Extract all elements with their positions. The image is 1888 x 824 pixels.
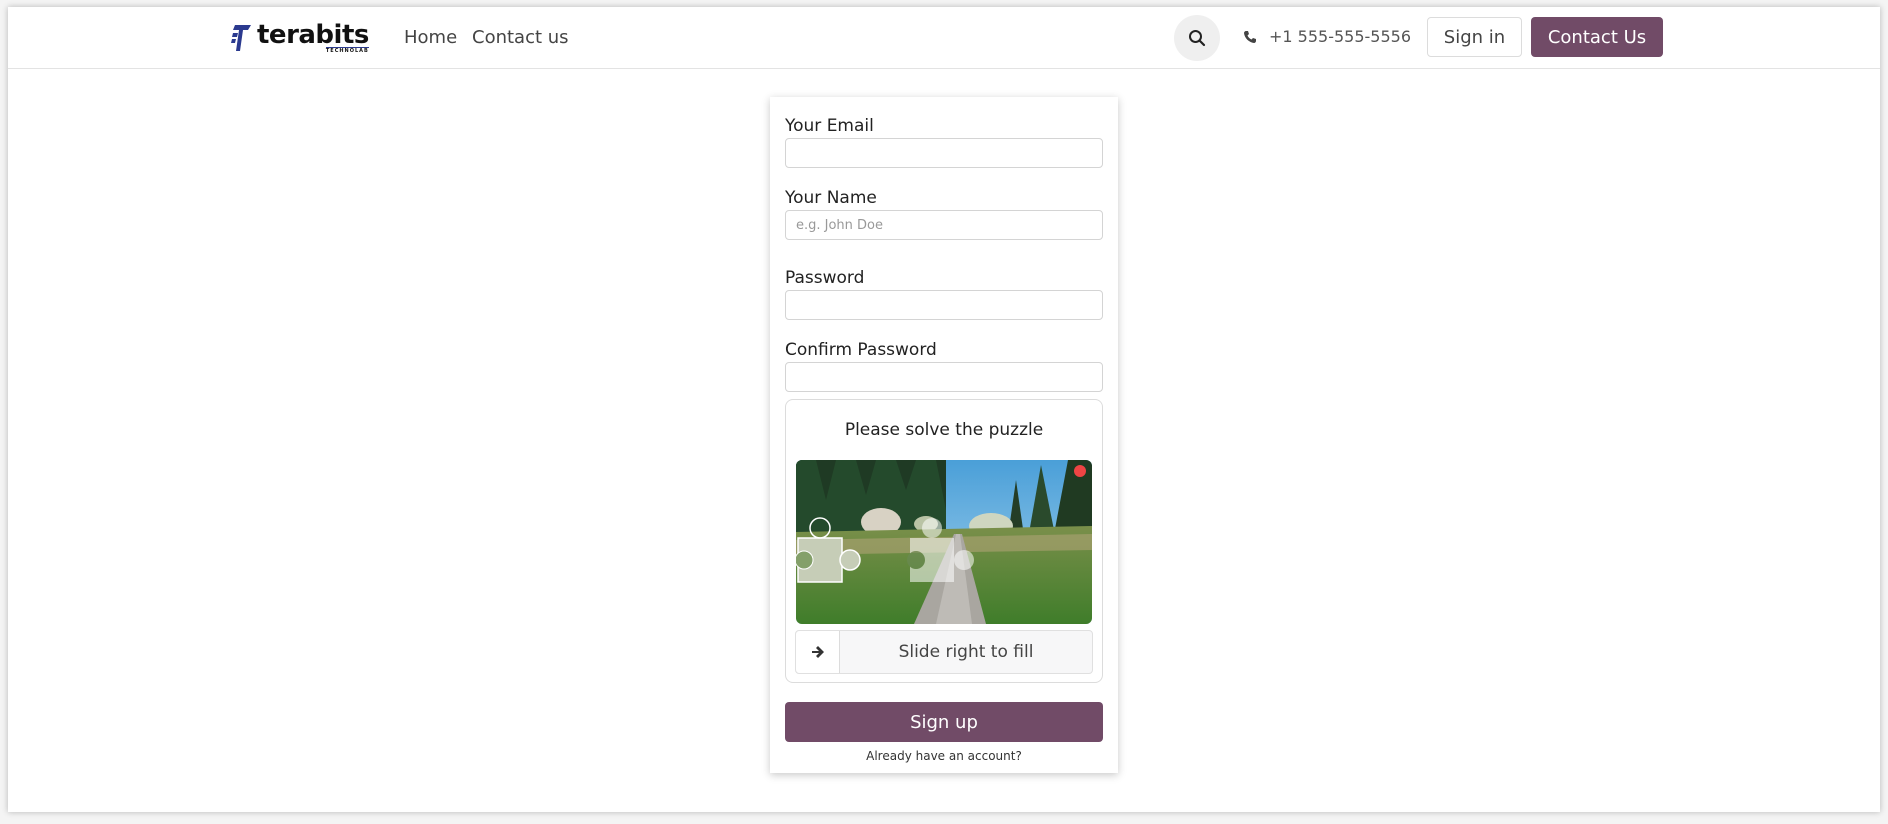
- nav-contact-us[interactable]: Contact us: [472, 27, 569, 48]
- search-button[interactable]: [1174, 15, 1220, 61]
- puzzle-landscape-image: [796, 460, 1092, 624]
- name-field[interactable]: [785, 210, 1103, 240]
- captcha-puzzle: Please solve the puzzle Slide right to f…: [785, 399, 1103, 683]
- password-field[interactable]: [785, 290, 1103, 320]
- sign-up-button[interactable]: Sign up: [785, 702, 1103, 742]
- site-header: terabits TECHNOLAB Home Contact us +1 55…: [8, 7, 1880, 69]
- sign-in-button[interactable]: Sign in: [1427, 17, 1522, 57]
- slider-text: Slide right to fill: [898, 642, 1034, 662]
- name-label: Your Name: [785, 188, 877, 208]
- puzzle-title: Please solve the puzzle: [844, 420, 1044, 440]
- logo-mark-icon: [231, 25, 251, 51]
- already-have-account-link[interactable]: Already have an account?: [770, 749, 1118, 763]
- slider-handle[interactable]: [796, 631, 840, 673]
- password-label: Password: [785, 268, 865, 288]
- logo-text: terabits TECHNOLAB: [257, 22, 369, 54]
- nav-home[interactable]: Home: [404, 27, 457, 48]
- phone-icon: [1243, 30, 1257, 44]
- logo-word: terabits: [257, 20, 369, 50]
- confirm-password-field[interactable]: [785, 362, 1103, 392]
- contact-us-button[interactable]: Contact Us: [1531, 17, 1663, 57]
- logo-subtitle: TECHNOLAB: [325, 47, 369, 54]
- phone-link[interactable]: +1 555-555-5556: [1243, 27, 1411, 46]
- site-logo[interactable]: terabits TECHNOLAB: [231, 20, 369, 56]
- email-field[interactable]: [785, 138, 1103, 168]
- confirm-password-label: Confirm Password: [785, 340, 937, 360]
- browser-page: terabits TECHNOLAB Home Contact us +1 55…: [8, 7, 1880, 812]
- puzzle-image[interactable]: [796, 460, 1092, 624]
- email-label: Your Email: [785, 116, 874, 136]
- puzzle-refresh-dot: [1074, 465, 1086, 477]
- puzzle-slider[interactable]: Slide right to fill: [795, 630, 1093, 674]
- arrow-right-icon: [811, 646, 824, 658]
- phone-number: +1 555-555-5556: [1269, 27, 1412, 46]
- signup-card: Your Email Your Name Password Confirm Pa…: [770, 97, 1118, 773]
- search-icon: [1189, 30, 1206, 47]
